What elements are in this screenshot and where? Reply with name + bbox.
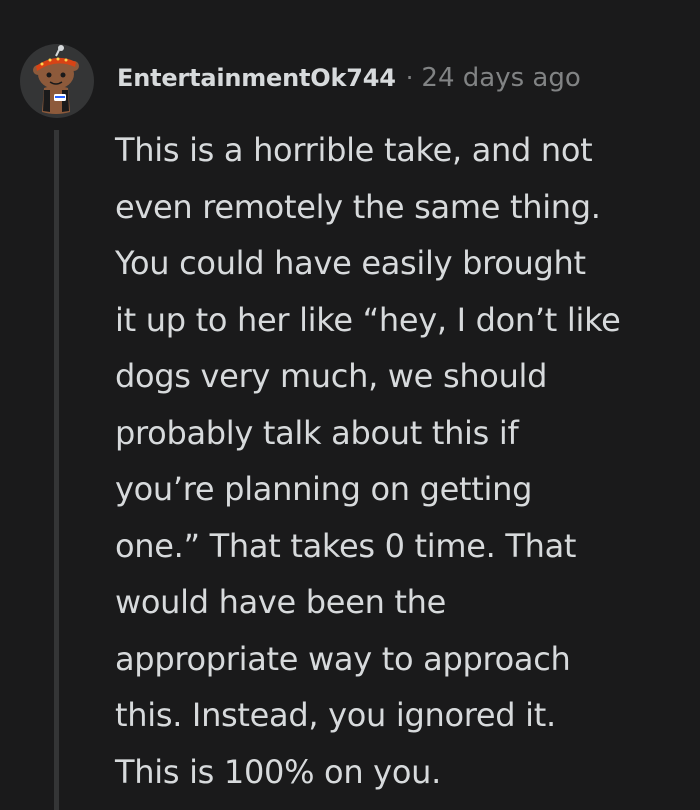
comment-body-line: even remotely the same thing. <box>115 187 601 226</box>
comment-body-line: You could have easily brought <box>115 244 586 282</box>
comment-body-line: it up to her like “hey, I don’t like <box>115 300 621 339</box>
comment-body: This is a horrible take, and not even re… <box>115 122 675 800</box>
comment-body-line: this. Instead, you ignored it. <box>115 696 556 734</box>
comment-header: EntertainmentOk744 · 24 days ago <box>117 60 581 96</box>
comment-body-line: dogs very much, we should <box>115 357 548 395</box>
comment-timestamp[interactable]: 24 days ago <box>421 63 580 93</box>
comment: EntertainmentOk744 · 24 days ago This is… <box>0 0 700 810</box>
comment-body-line: one.” That takes 0 time. That <box>115 526 577 565</box>
username-link[interactable]: EntertainmentOk744 <box>117 64 396 92</box>
comment-body-line: appropriate way to approach <box>115 639 571 678</box>
comment-body-line: you’re planning on getting <box>115 470 533 508</box>
comment-body-line: probably talk about this if <box>115 413 519 452</box>
snoo-avatar-icon <box>20 44 94 118</box>
comment-body-line: would have been the <box>115 583 447 621</box>
user-avatar[interactable] <box>20 44 94 118</box>
comment-body-line: This is a horrible take, and not <box>115 131 593 169</box>
thread-collapse-line[interactable] <box>54 130 59 810</box>
comment-body-line: This is 100% on you. <box>115 752 441 791</box>
meta-separator: · <box>405 64 414 92</box>
